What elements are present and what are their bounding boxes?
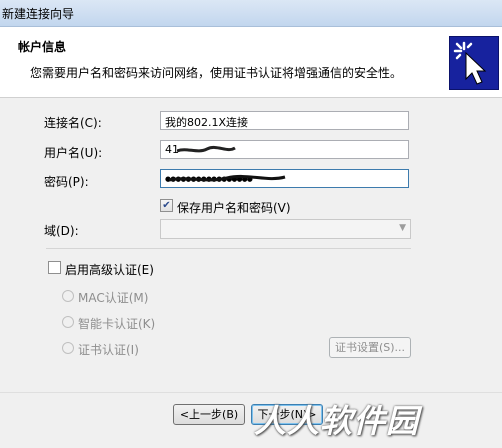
- save-credentials-label[interactable]: 保存用户名和密码(V): [177, 199, 291, 216]
- cursor-click-icon: [449, 36, 499, 90]
- redaction-scribble: [168, 174, 286, 182]
- header-title: 帐户信息: [18, 40, 67, 54]
- certificate-settings-button[interactable]: 证书设置(S)...: [329, 337, 411, 358]
- header-description: 您需要用户名和密码来访问网络，使用证书认证将增强通信的安全性。: [30, 66, 403, 80]
- title-bar[interactable]: 新建连接向导: [0, 0, 502, 27]
- section-divider: [46, 248, 411, 249]
- redaction-scribble: [177, 145, 236, 153]
- username-label: 用户名(U):: [44, 146, 103, 160]
- mac-auth-radio[interactable]: [62, 290, 74, 302]
- username-input[interactable]: 41: [160, 140, 409, 159]
- password-input[interactable]: ●●●●●●●●●●●●●●●●●: [160, 169, 409, 188]
- certificate-auth-label: 证书认证(I): [78, 343, 139, 357]
- footer-divider: [0, 392, 502, 393]
- window-title: 新建连接向导: [2, 7, 75, 21]
- domain-label: 域(D):: [44, 224, 79, 238]
- mac-auth-label: MAC认证(M): [78, 291, 149, 305]
- connection-name-input[interactable]: 我的802.1X连接: [160, 111, 409, 130]
- certificate-auth-radio[interactable]: [62, 342, 74, 354]
- connection-name-label: 连接名(C):: [44, 116, 102, 130]
- domain-select[interactable]: ▼: [160, 219, 411, 239]
- wizard-header: 帐户信息 您需要用户名和密码来访问网络，使用证书认证将增强通信的安全性。: [0, 27, 502, 98]
- back-button[interactable]: <上一步(B): [173, 404, 245, 425]
- watermark: 人人软件园: [254, 402, 420, 440]
- enable-advanced-auth-label[interactable]: 启用高级认证(E): [65, 261, 154, 278]
- smart-card-auth-label: 智能卡认证(K): [78, 317, 156, 331]
- password-label: 密码(P):: [44, 175, 89, 189]
- enable-advanced-auth-checkbox[interactable]: [48, 261, 61, 274]
- chevron-down-icon: ▼: [399, 223, 406, 233]
- smart-card-auth-radio[interactable]: [62, 316, 74, 328]
- save-credentials-checkbox[interactable]: ✔: [160, 199, 173, 212]
